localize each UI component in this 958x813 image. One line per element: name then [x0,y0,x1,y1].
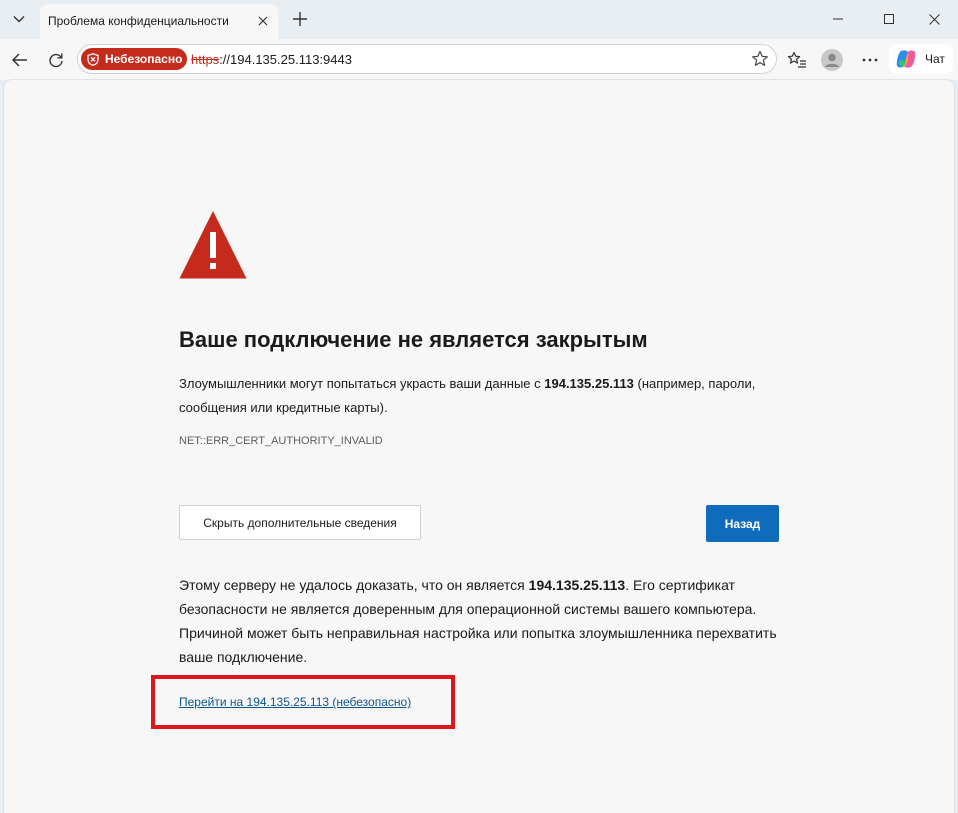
tab-strip: Проблема конфиденциальности [0,0,958,39]
back-nav-button[interactable] [5,45,35,75]
back-button[interactable]: Назад [706,505,779,542]
page-title: Ваше подключение не является закрытым [179,327,648,352]
more-icon [862,58,878,62]
warning-description: Злоумышленники могут попытаться украсть … [179,372,799,420]
maximize-icon [884,14,894,24]
favorites-button[interactable] [782,45,812,75]
favorite-button[interactable] [750,49,770,69]
url-scheme: https [191,52,220,67]
proceed-unsafe-link[interactable]: Перейти на 194.135.25.113 (небезопасно) [179,695,411,709]
error-code: NET::ERR_CERT_AUTHORITY_INVALID [179,435,383,447]
hide-details-button[interactable]: Скрыть дополнительные сведения [179,505,421,540]
desc-text-start: Злоумышленники могут попытаться украсть … [179,376,545,391]
refresh-button[interactable] [41,45,71,75]
security-badge-label: Небезопасно [105,52,183,66]
more-menu-button[interactable] [855,45,885,75]
new-tab-button[interactable] [287,6,313,32]
star-icon [752,50,768,66]
security-badge[interactable]: Небезопасно [81,48,187,70]
avatar [821,49,843,71]
plus-icon [293,12,307,26]
warning-triangle-icon [179,210,247,284]
shield-icon [87,52,99,66]
maximize-button[interactable] [869,4,909,34]
desc-host: 194.135.25.113 [544,376,634,391]
close-window-button[interactable] [914,4,954,34]
page-content: Ваше подключение не является закрытым Зл… [4,80,954,813]
toolbar: Небезопасно https://194.135.25.113:9443 … [0,39,958,80]
profile-button[interactable] [817,45,847,75]
tab-close-button[interactable] [255,13,271,29]
url-host: ://194.135.25.113:9443 [219,52,352,67]
details-explanation: Этому серверу не удалось доказать, что о… [179,573,779,669]
refresh-icon [49,53,63,68]
chat-label: Чат [925,52,945,66]
copilot-chat-button[interactable]: Чат [889,44,953,74]
copilot-icon [896,50,916,68]
minimize-icon [833,18,843,20]
address-bar[interactable]: Небезопасно https://194.135.25.113:9443 [77,44,777,74]
arrow-left-icon [12,53,27,67]
chevron-down-icon [13,16,25,23]
close-icon [258,16,268,26]
explain-text-start: Этому серверу не удалось доказать, что о… [179,577,529,593]
explain-host: 194.135.25.113 [528,577,626,593]
tab-active[interactable]: Проблема конфиденциальности [40,4,278,39]
url-text[interactable]: https://194.135.25.113:9443 [191,52,352,67]
tab-title: Проблема конфиденциальности [48,14,229,28]
favorites-list-icon [787,51,806,68]
tab-actions-button[interactable] [6,6,32,32]
close-icon [928,13,940,25]
minimize-button[interactable] [818,4,858,34]
